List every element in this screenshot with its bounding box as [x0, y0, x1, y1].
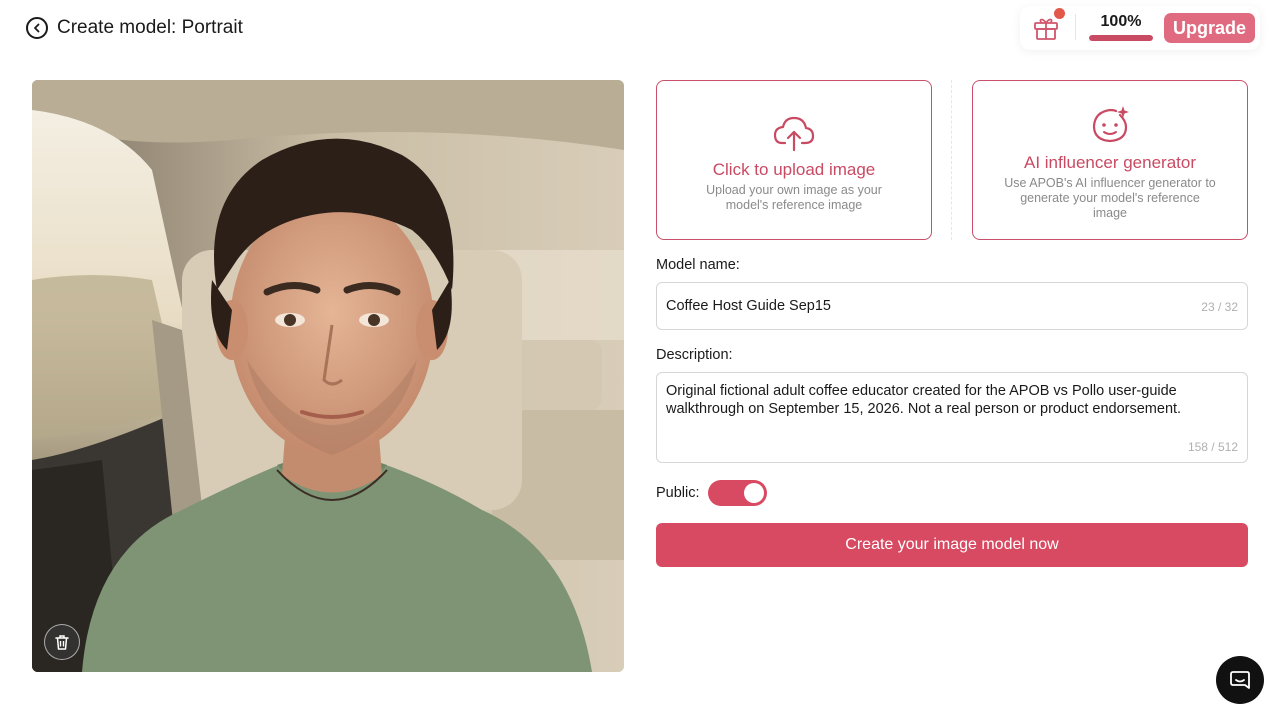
upload-image-card[interactable]: Click to upload image Upload your own im…: [656, 80, 932, 240]
chat-icon: [1230, 671, 1250, 689]
upload-card-description: Upload your own image as your model's re…: [706, 183, 882, 212]
description-counter: 158 / 512: [1187, 440, 1238, 454]
upgrade-button[interactable]: Upgrade: [1164, 13, 1255, 43]
ai-card-description: Use APOB's AI influencer generator to ge…: [1004, 176, 1216, 220]
create-model-page: Create model: Portrait 100% Upgrade Clic…: [0, 0, 1280, 720]
model-name-input[interactable]: Coffee Host Guide Sep15 23 / 32: [656, 282, 1248, 330]
sparkle-face-icon: [1092, 106, 1129, 143]
toolbar-divider: [1075, 14, 1076, 40]
public-label: Public:: [656, 485, 700, 501]
credits-progress-bar: [1089, 35, 1153, 41]
page-title: Create model: Portrait: [57, 17, 243, 38]
description-value: Original fictional adult coffee educator…: [666, 383, 1182, 417]
model-name-label: Model name:: [656, 257, 740, 273]
back-button[interactable]: [26, 17, 48, 39]
description-textarea[interactable]: Original fictional adult coffee educator…: [656, 372, 1248, 463]
portrait-image: [32, 80, 624, 672]
reference-photo: [32, 80, 624, 672]
cloud-upload-icon: [773, 116, 815, 152]
model-name-counter: 23 / 32: [1201, 300, 1238, 314]
trash-icon: [55, 635, 69, 650]
description-label: Description:: [656, 347, 733, 363]
cards-divider: [951, 80, 952, 240]
ai-influencer-card[interactable]: AI influencer generator Use APOB's AI in…: [972, 80, 1248, 240]
create-model-button[interactable]: Create your image model now: [656, 523, 1248, 567]
back-arrow-icon: [34, 23, 40, 33]
upload-card-title: Click to upload image: [712, 160, 876, 179]
notification-dot: [1054, 8, 1065, 19]
credits-percent: 100%: [1100, 13, 1142, 30]
ai-card-title: AI influencer generator: [1024, 153, 1196, 172]
delete-image-button[interactable]: [44, 624, 80, 660]
chat-support-button[interactable]: [1216, 656, 1264, 704]
toggle-knob: [744, 483, 764, 503]
model-name-value: Coffee Host Guide Sep15: [666, 298, 831, 314]
credits-progress-fill: [1089, 35, 1153, 41]
public-toggle[interactable]: [708, 480, 767, 506]
